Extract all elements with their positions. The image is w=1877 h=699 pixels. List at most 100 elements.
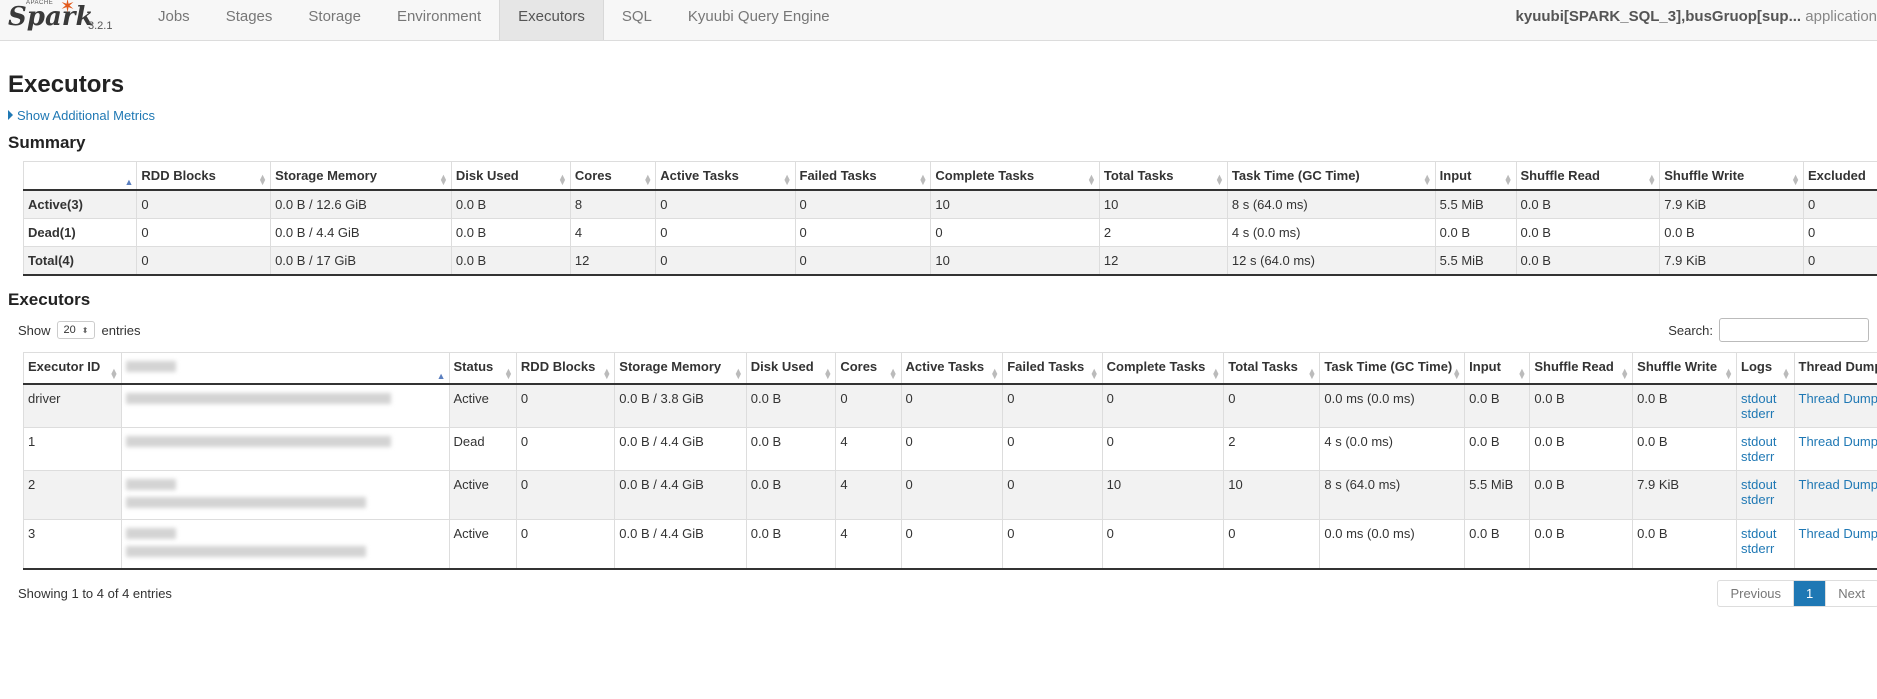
summary-col-header[interactable]: RDD Blocks ▲ ▼ (136, 161, 271, 191)
page-1-button[interactable]: 1 (1794, 581, 1827, 606)
spark-logo[interactable]: APACHE Spark ✶ 3.2.1 (0, 0, 140, 40)
sort-icon: ▲ ▼ (1781, 366, 1791, 381)
summary-col-label: Disk Used (455, 168, 519, 183)
executor-cell-total: 0 (1223, 383, 1320, 428)
summary-cell: 0.0 B (1515, 189, 1660, 219)
executors-col-header[interactable]: Task Time (GC Time) ▲ ▼ (1319, 352, 1465, 385)
summary-col-header[interactable]: Storage Memory ▲ ▼ (270, 161, 452, 191)
executor-cell-sread: 0.0 B (1529, 427, 1633, 471)
thread-dump-link[interactable]: Thread Dump (1799, 477, 1877, 492)
summary-cell: 8 (569, 189, 656, 219)
executors-col-header[interactable]: Storage Memory ▲ ▼ (614, 352, 747, 385)
summary-col-header[interactable]: Cores ▲ ▼ (569, 161, 656, 191)
executor-cell-swrite: 0.0 B (1632, 383, 1737, 428)
thread-dump-link[interactable]: Thread Dump (1799, 434, 1877, 449)
executors-col-header[interactable]: Input ▲ ▼ (1464, 352, 1530, 385)
tab-storage[interactable]: Storage (290, 0, 379, 40)
summary-col-header[interactable]: Shuffle Write ▲ ▼ (1659, 161, 1804, 191)
next-button[interactable]: Next (1826, 581, 1877, 606)
executors-col-header[interactable]: Total Tasks ▲ ▼ (1223, 352, 1320, 385)
summary-col-header[interactable]: Complete Tasks ▲ ▼ (930, 161, 1100, 191)
executor-cell-id: 3 (22, 519, 122, 569)
executors-col-header[interactable]: Shuffle Write ▲ ▼ (1632, 352, 1737, 385)
tab-kyuubi-query-engine[interactable]: Kyuubi Query Engine (670, 0, 848, 40)
summary-col-header[interactable]: Active Tasks ▲ ▼ (655, 161, 796, 191)
summary-col-header[interactable]: Shuffle Read ▲ ▼ (1515, 161, 1660, 191)
executors-col-header[interactable]: Active Tasks ▲ ▼ (900, 352, 1003, 385)
redacted-text (126, 479, 177, 490)
stdout-link[interactable]: stdout (1741, 391, 1776, 406)
summary-cell: 0 (794, 246, 931, 275)
executors-col-header[interactable]: Failed Tasks ▲ ▼ (1002, 352, 1103, 385)
summary-cell: 8 s (64.0 ms) (1226, 189, 1436, 219)
executor-cell-rdd: 0 (515, 470, 615, 520)
executors-col-header[interactable]: Cores ▲ ▼ (835, 352, 902, 385)
stderr-link[interactable]: stderr (1741, 406, 1774, 421)
executor-cell-cores: 0 (835, 383, 902, 428)
summary-col-header[interactable]: Failed Tasks ▲ ▼ (794, 161, 931, 191)
redacted-text (126, 436, 392, 447)
summary-cell: 0.0 B (450, 246, 571, 275)
executor-cell-complete: 0 (1101, 427, 1224, 471)
executor-row: 3 Active 0 0.0 B / 4.4 GiB 0.0 B 4 0 0 0 0 0.0 ms … (22, 519, 1877, 569)
summary-cell: 0.0 B / 12.6 GiB (270, 189, 452, 219)
tab-sql[interactable]: SQL (604, 0, 670, 40)
executors-col-header[interactable]: Thread Dump▲▼ (1793, 352, 1877, 385)
page-title: Executors (8, 71, 125, 98)
stdout-link[interactable]: stdout (1741, 434, 1776, 449)
executor-cell-complete: 0 (1101, 383, 1224, 428)
executor-cell-time: 0.0 ms (0.0 ms) (1319, 383, 1465, 428)
summary-cell: 0.0 B (1515, 246, 1660, 275)
executor-cell-mem: 0.0 B / 3.8 GiB (614, 383, 747, 428)
summary-cell: 0 (136, 218, 271, 247)
executor-cell-mem: 0.0 B / 4.4 GiB (614, 470, 747, 520)
previous-button[interactable]: Previous (1718, 581, 1795, 606)
stderr-link[interactable]: stderr (1741, 449, 1774, 464)
executors-col-header[interactable]: Executor ID ▲ ▼ (22, 352, 122, 385)
executors-col-header[interactable]: Status ▲ ▼ (448, 352, 517, 385)
tab-jobs[interactable]: Jobs (140, 0, 208, 40)
executor-thread-dump-cell: Thread Dump (1793, 383, 1877, 428)
summary-col-label: Complete Tasks (935, 168, 1035, 183)
summary-col-header[interactable]: Input ▲ ▼ (1434, 161, 1517, 191)
executor-cell-active: 0 (900, 427, 1003, 471)
stdout-link[interactable]: stdout (1741, 526, 1776, 541)
executor-cell-input: 0.0 B (1464, 383, 1530, 428)
summary-table-wrap: ▲ RDD Blocks ▲ ▼ Storage Memory ▲ ▼ Disk Used ▲ ▼… (22, 161, 1877, 276)
tab-stages[interactable]: Stages (208, 0, 291, 40)
executors-col-header[interactable]: Disk Used ▲ ▼ (745, 352, 836, 385)
thread-dump-link[interactable]: Thread Dump (1799, 391, 1877, 406)
executor-cell-disk: 0.0 B (745, 519, 836, 569)
executors-col-header[interactable]: RDD Blocks ▲ ▼ (515, 352, 615, 385)
tab-environment[interactable]: Environment (379, 0, 499, 40)
stderr-link[interactable]: stderr (1741, 492, 1774, 507)
redacted-address-cell (121, 470, 450, 520)
executor-row: driver Active 0 0.0 B / 3.8 GiB 0.0 B 0 0 0 0 0 0.… (22, 383, 1877, 428)
table-footer: Showing 1 to 4 of 4 entries Previous 1 N… (18, 580, 1877, 607)
executors-col-header[interactable]: ▲ (121, 352, 450, 385)
sort-icon: ▲ ▼ (558, 172, 567, 187)
executors-col-header[interactable]: Shuffle Read ▲ ▼ (1529, 352, 1633, 385)
summary-col-header[interactable]: Task Time (GC Time) ▲ ▼ (1226, 161, 1436, 191)
executor-logs-cell: stdout stderr (1736, 470, 1795, 520)
summary-col-header[interactable]: Disk Used ▲ ▼ (450, 161, 571, 191)
executors-col-header[interactable]: Logs ▲ ▼ (1736, 352, 1795, 385)
executors-col-header[interactable]: Complete Tasks ▲ ▼ (1101, 352, 1224, 385)
sort-icon: ▲ ▼ (888, 366, 898, 381)
executor-cell-id: 2 (22, 470, 122, 520)
summary-col-header[interactable]: Total Tasks ▲ ▼ (1098, 161, 1228, 191)
tab-executors[interactable]: Executors (499, 0, 604, 40)
thread-dump-link[interactable]: Thread Dump (1799, 526, 1877, 541)
stderr-link[interactable]: stderr (1741, 541, 1774, 556)
executor-cell-status: Dead (448, 427, 517, 471)
sort-icon: ▲ ▼ (1724, 366, 1734, 381)
entries-select[interactable]: 20 ⬍ (56, 321, 96, 339)
executor-cell-cores: 4 (835, 519, 902, 569)
show-additional-metrics-link[interactable]: Show Additional Metrics (8, 108, 155, 123)
search-input[interactable] (1719, 318, 1869, 342)
executor-cell-active: 0 (900, 519, 1003, 569)
stdout-link[interactable]: stdout (1741, 477, 1776, 492)
executors-col-label: RDD Blocks (520, 359, 596, 374)
summary-col-header[interactable]: Excluded▲▼ (1803, 161, 1877, 191)
summary-col-header[interactable]: ▲ (22, 161, 137, 191)
